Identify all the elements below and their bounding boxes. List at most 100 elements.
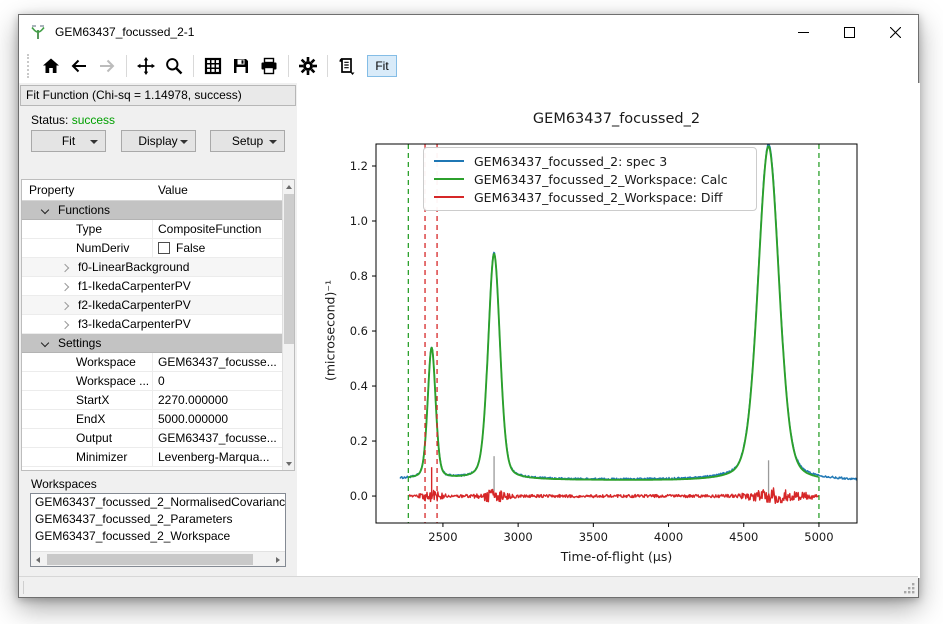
fit-function-panel: Fit Function (Chi-sq = 1.14978, success)…	[19, 83, 297, 578]
value-cell[interactable]: Levenberg-Marqua...	[158, 450, 269, 464]
workspace-list-item[interactable]: GEM63437_focussed_2_Parameters	[31, 511, 285, 528]
maximize-icon	[844, 27, 855, 38]
table-row[interactable]: Settings	[22, 334, 282, 353]
table-row[interactable]: EndX5000.000000	[22, 410, 282, 429]
table-row[interactable]: f2-IkedaCarpenterPV	[22, 296, 282, 315]
x-axis-label: Time-of-flight (μs)	[376, 549, 857, 564]
zoom-button[interactable]	[160, 53, 188, 79]
workspaces-list[interactable]: GEM63437_focussed_2_NormalisedCovariance…	[30, 493, 286, 567]
legend-line-calc	[434, 178, 464, 180]
chevron-right-icon[interactable]	[61, 283, 69, 291]
fit-dropdown-button[interactable]: Fit	[31, 130, 106, 152]
numderiv-checkbox[interactable]	[158, 242, 170, 254]
magnifier-icon	[164, 56, 184, 76]
minimize-button[interactable]	[780, 15, 826, 49]
scrollbar-thumb[interactable]	[47, 554, 253, 565]
scrollbar-thumb[interactable]	[284, 194, 294, 344]
legend-line-spec	[434, 160, 464, 162]
toolbar-separator	[327, 55, 328, 77]
table-row[interactable]: f0-LinearBackground	[22, 258, 282, 277]
property-cell: Output	[76, 431, 112, 445]
function-label: f0-LinearBackground	[78, 260, 189, 274]
workspaces-horizontal-scrollbar[interactable]	[31, 551, 285, 566]
window-controls	[780, 15, 918, 49]
close-icon	[890, 27, 901, 38]
toolbar-separator	[193, 55, 194, 77]
toolbar-grip[interactable]	[27, 54, 31, 78]
chevron-down-icon	[180, 140, 188, 144]
close-button[interactable]	[872, 15, 918, 49]
table-row[interactable]: Functions	[22, 201, 282, 220]
chevron-down-icon[interactable]	[41, 339, 49, 347]
chevron-down-icon	[90, 140, 98, 144]
pan-icon	[136, 56, 156, 76]
display-dropdown-button[interactable]: Display	[121, 130, 196, 152]
chevron-right-icon[interactable]	[61, 321, 69, 329]
workspace-list-item[interactable]: GEM63437_focussed_2_NormalisedCovariance…	[31, 494, 285, 511]
scroll-down-arrow[interactable]	[283, 457, 295, 470]
resize-grip[interactable]	[903, 582, 915, 594]
legend-label: GEM63437_focussed_2_Workspace: Calc	[474, 172, 728, 187]
value-cell[interactable]: 2270.000000	[158, 393, 228, 407]
scroll-up-arrow[interactable]	[283, 180, 295, 193]
status-value: success	[72, 113, 115, 127]
value-cell[interactable]: GEM63437_focusse...	[158, 355, 277, 369]
statusbar-divider	[23, 581, 24, 594]
save-button[interactable]	[227, 53, 255, 79]
print-button[interactable]	[255, 53, 283, 79]
table-row[interactable]: NumDerivFalse	[22, 239, 282, 258]
maximize-button[interactable]	[826, 15, 872, 49]
workspaces-label: Workspaces	[31, 477, 97, 491]
table-row[interactable]: StartX2270.000000	[22, 391, 282, 410]
function-label: f2-IkedaCarpenterPV	[78, 298, 191, 312]
gear-icon	[298, 56, 318, 76]
value-cell[interactable]: 0	[158, 374, 165, 388]
home-button[interactable]	[37, 53, 65, 79]
property-table: Property Value FunctionsTypeCompositeFun…	[21, 179, 295, 471]
generate-script-button[interactable]	[333, 53, 361, 79]
table-row[interactable]: f3-IkedaCarpenterPV	[22, 315, 282, 334]
x-tick-label: 4500	[729, 530, 758, 544]
x-tick-label: 4000	[654, 530, 683, 544]
value-cell[interactable]: 5000.000000	[158, 412, 228, 426]
table-vertical-scrollbar[interactable]	[282, 180, 294, 470]
fit-toggle-button[interactable]: Fit	[367, 55, 397, 77]
fit-status: Status: success	[31, 113, 115, 127]
table-row[interactable]: Workspace ...0	[22, 372, 282, 391]
table-row[interactable]: Workspace GEM63437_focusse...	[22, 353, 282, 372]
scroll-right-arrow[interactable]	[271, 552, 285, 567]
workspace-list-item[interactable]: GEM63437_focussed_2_Workspace	[31, 528, 285, 545]
plot-canvas[interactable]: 2500300035004000450050000.00.20.40.60.81…	[297, 83, 920, 578]
home-icon	[41, 56, 61, 76]
value-cell[interactable]: False	[158, 241, 205, 255]
chevron-right-icon[interactable]	[61, 264, 69, 272]
toolbar: Fit	[19, 49, 918, 83]
forward-arrow-icon	[97, 56, 117, 76]
back-button[interactable]	[65, 53, 93, 79]
chevron-down-icon[interactable]	[41, 206, 49, 214]
table-row[interactable]: f1-IkedaCarpenterPV	[22, 277, 282, 296]
property-cell: Workspace	[76, 355, 136, 369]
y-tick-label: 1.2	[350, 159, 368, 173]
minimize-icon	[798, 27, 809, 38]
forward-button[interactable]	[93, 53, 121, 79]
scroll-left-arrow[interactable]	[31, 552, 45, 567]
table-row[interactable]: Output GEM63437_focusse...	[22, 429, 282, 448]
table-row[interactable]: MinimizerLevenberg-Marqua...	[22, 448, 282, 467]
pan-button[interactable]	[132, 53, 160, 79]
setup-dropdown-button[interactable]: Setup	[210, 130, 285, 152]
titlebar[interactable]: GEM63437_focussed_2-1	[19, 15, 918, 49]
main-content: Fit Function (Chi-sq = 1.14978, success)…	[19, 83, 920, 578]
value-cell[interactable]: GEM63437_focusse...	[158, 431, 277, 445]
save-icon	[231, 56, 251, 76]
settings-button[interactable]	[294, 53, 322, 79]
y-tick-label: 0.8	[350, 269, 368, 283]
grid-button[interactable]	[199, 53, 227, 79]
x-tick-label: 3500	[579, 530, 608, 544]
table-row[interactable]: TypeCompositeFunction	[22, 220, 282, 239]
setup-dropdown-label: Setup	[232, 134, 263, 148]
chevron-right-icon[interactable]	[61, 302, 69, 310]
fit-dropdown-label: Fit	[62, 134, 75, 148]
x-tick-label: 3000	[503, 530, 532, 544]
value-cell[interactable]: CompositeFunction	[158, 222, 261, 236]
